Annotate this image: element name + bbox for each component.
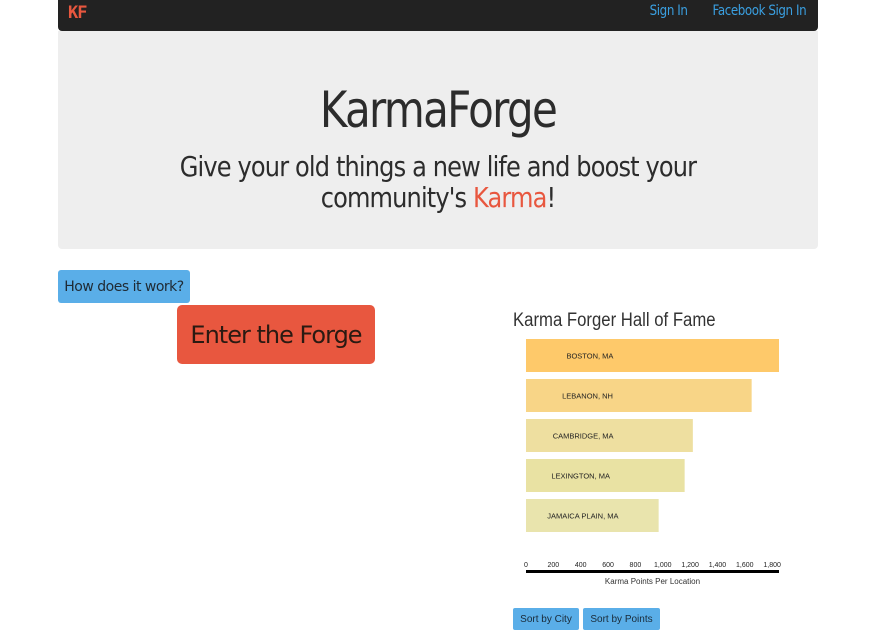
sort-by-points-button[interactable]: Sort by Points bbox=[583, 608, 660, 630]
x-tick-label: 1,200 bbox=[681, 562, 699, 569]
karma-highlight: Karma bbox=[472, 181, 547, 214]
facebook-sign-in-link[interactable]: Facebook Sign In bbox=[712, 3, 806, 19]
chart-bar bbox=[526, 339, 779, 372]
x-axis-label: Karma Points Per Location bbox=[605, 577, 700, 586]
x-axis-line bbox=[526, 570, 779, 573]
x-tick-label: 1,600 bbox=[736, 562, 754, 569]
x-tick-label: 600 bbox=[602, 562, 614, 569]
bar-label: CAMBRIDGE, MA bbox=[553, 432, 614, 441]
x-tick-label: 400 bbox=[575, 562, 587, 569]
x-tick-label: 1,800 bbox=[763, 562, 781, 569]
bar-label: JAMAICA PLAIN, MA bbox=[547, 512, 618, 521]
x-tick-label: 200 bbox=[548, 562, 560, 569]
bar-label: BOSTON, MA bbox=[566, 352, 613, 361]
chart-bar bbox=[526, 379, 752, 412]
how-does-it-work-button[interactable]: How does it work? bbox=[58, 270, 190, 303]
hero-banner: KarmaForge Give your old things a new li… bbox=[58, 31, 818, 249]
x-tick-label: 1,400 bbox=[709, 562, 727, 569]
hero-subtitle-text: Give your old things a new life and boos… bbox=[179, 150, 697, 214]
bar-label: LEXINGTON, MA bbox=[551, 472, 610, 481]
navbar: KF Sign In Facebook Sign In bbox=[58, 0, 818, 31]
hero-subtitle: Give your old things a new life and boos… bbox=[163, 151, 713, 213]
bar-label: LEBANON, NH bbox=[562, 392, 613, 401]
sign-in-link[interactable]: Sign In bbox=[650, 3, 688, 19]
enter-the-forge-button[interactable]: Enter the Forge bbox=[177, 305, 375, 364]
chart-title: Karma Forger Hall of Fame bbox=[513, 310, 716, 331]
hall-of-fame-chart: BOSTON, MA LEBANON, NH CAMBRIDGE, MA LEXING… bbox=[524, 339, 781, 586]
sort-by-city-button[interactable]: Sort by City bbox=[513, 608, 579, 630]
x-tick-label: 800 bbox=[630, 562, 642, 569]
hero-title: KarmaForge bbox=[319, 81, 558, 139]
brand-logo[interactable]: KF bbox=[68, 3, 88, 23]
hero-subtitle-end: ! bbox=[546, 181, 557, 214]
x-tick-label: 1,000 bbox=[654, 562, 672, 569]
nav-links: Sign In Facebook Sign In bbox=[643, 3, 806, 19]
x-tick-label: 0 bbox=[524, 562, 528, 569]
